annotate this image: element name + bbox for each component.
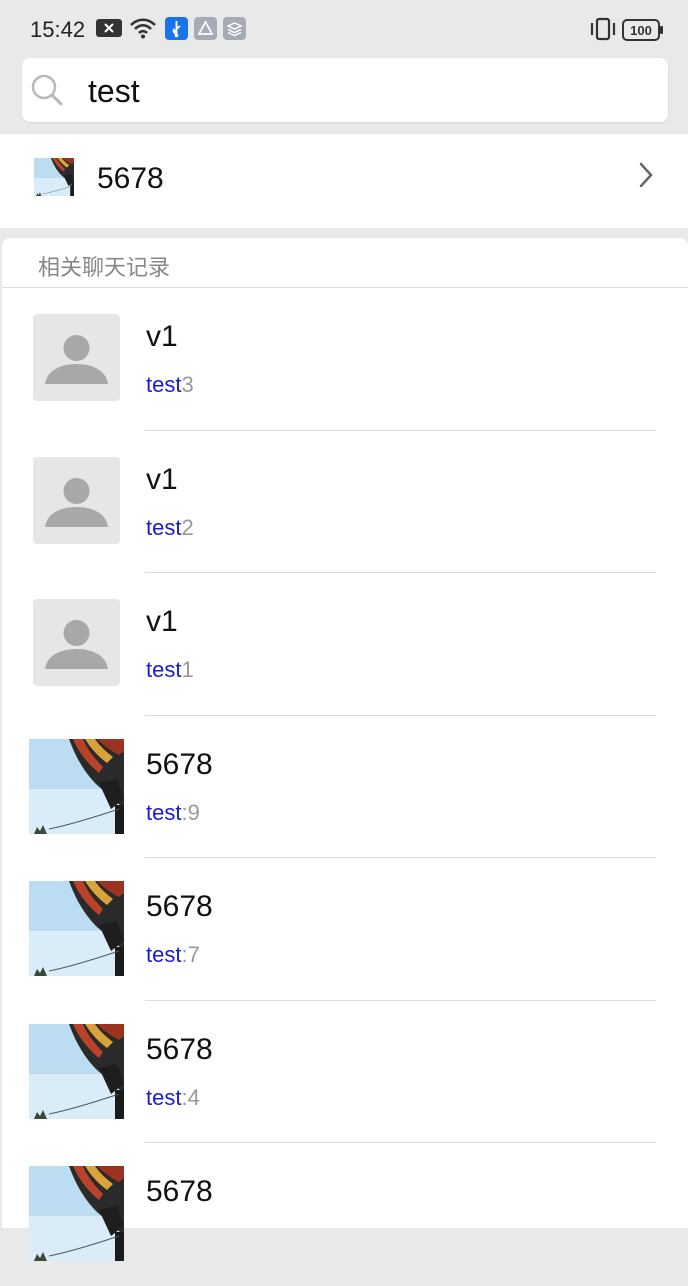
contact-avatar <box>34 158 74 196</box>
default-avatar <box>33 599 120 686</box>
person-icon <box>33 457 120 544</box>
default-avatar <box>33 314 120 401</box>
photo-avatar <box>29 739 124 834</box>
snippet-rest: :4 <box>181 1084 200 1110</box>
layers-icon <box>223 17 246 45</box>
notification-x-icon <box>96 18 122 43</box>
contact-name: 5678 <box>97 162 164 195</box>
chat-record-item[interactable]: v1 test3 <box>2 288 688 431</box>
snippet-highlight: test <box>146 372 182 397</box>
snippet-rest: 1 <box>181 657 194 682</box>
record-snippet: test:9 <box>146 800 200 826</box>
chat-record-item[interactable]: 5678 test:4 <box>2 1001 688 1143</box>
chat-records-section: 相关聊天记录 v1 test3 v1 test2 v1 test1 5678 test:9 56… <box>2 238 688 1228</box>
balloon-photo-icon <box>29 1166 124 1261</box>
record-sender-name: 5678 <box>146 1175 213 1208</box>
snippet-highlight: test <box>146 1084 182 1110</box>
chevron-right-icon <box>636 160 656 195</box>
snippet-rest: :9 <box>181 799 200 825</box>
record-sender-name: 5678 <box>146 890 213 923</box>
search-box[interactable] <box>22 58 668 122</box>
photo-avatar <box>29 1024 124 1119</box>
chat-record-item[interactable]: 5678 <box>2 1143 688 1286</box>
vibrate-icon <box>589 17 617 46</box>
chat-record-item[interactable]: v1 test1 <box>2 573 688 716</box>
chat-record-item[interactable]: 5678 test:9 <box>2 716 688 858</box>
snippet-rest: 2 <box>181 514 194 540</box>
default-avatar <box>33 456 120 544</box>
usb-icon <box>165 17 188 45</box>
balloon-photo-icon <box>29 881 124 976</box>
record-sender-name: v1 <box>146 320 178 353</box>
person-icon <box>33 599 120 686</box>
contact-result-row[interactable]: 5678 <box>0 134 688 228</box>
search-icon <box>30 73 64 112</box>
snippet-rest: 3 <box>181 372 194 397</box>
status-bar: 15:42 100 <box>0 0 688 58</box>
record-snippet: test:7 <box>146 942 200 968</box>
balloon-photo-icon <box>29 739 124 834</box>
record-snippet: test3 <box>146 372 194 398</box>
photo-avatar <box>29 1166 124 1261</box>
record-sender-name: 5678 <box>146 747 213 781</box>
record-snippet: test1 <box>146 657 194 683</box>
search-input[interactable] <box>86 66 650 116</box>
record-snippet: test2 <box>146 515 194 541</box>
record-snippet: test:4 <box>146 1085 200 1111</box>
photo-avatar <box>29 881 124 976</box>
section-title: 相关聊天记录 <box>38 255 171 280</box>
record-sender-name: v1 <box>146 605 178 638</box>
app-icon <box>194 17 217 45</box>
snippet-highlight: test <box>146 657 182 682</box>
battery-level: 100 <box>630 23 652 38</box>
person-icon <box>33 314 120 401</box>
battery-icon: 100 <box>622 19 664 46</box>
snippet-rest: :7 <box>181 942 200 967</box>
chat-record-list: v1 test3 v1 test2 v1 test1 5678 test:9 5678 test:… <box>2 288 688 1286</box>
snippet-highlight: test <box>146 514 182 540</box>
section-header: 相关聊天记录 <box>2 238 688 288</box>
chat-record-item[interactable]: v1 test2 <box>2 431 688 573</box>
chat-record-item[interactable]: 5678 test:7 <box>2 858 688 1001</box>
wifi-icon <box>129 17 157 44</box>
search-bar <box>0 58 688 134</box>
balloon-photo-icon <box>29 1024 124 1119</box>
status-time: 15:42 <box>30 17 86 42</box>
record-sender-name: 5678 <box>146 1032 213 1066</box>
snippet-highlight: test <box>146 942 182 967</box>
record-sender-name: v1 <box>146 462 178 496</box>
snippet-highlight: test <box>146 799 182 825</box>
